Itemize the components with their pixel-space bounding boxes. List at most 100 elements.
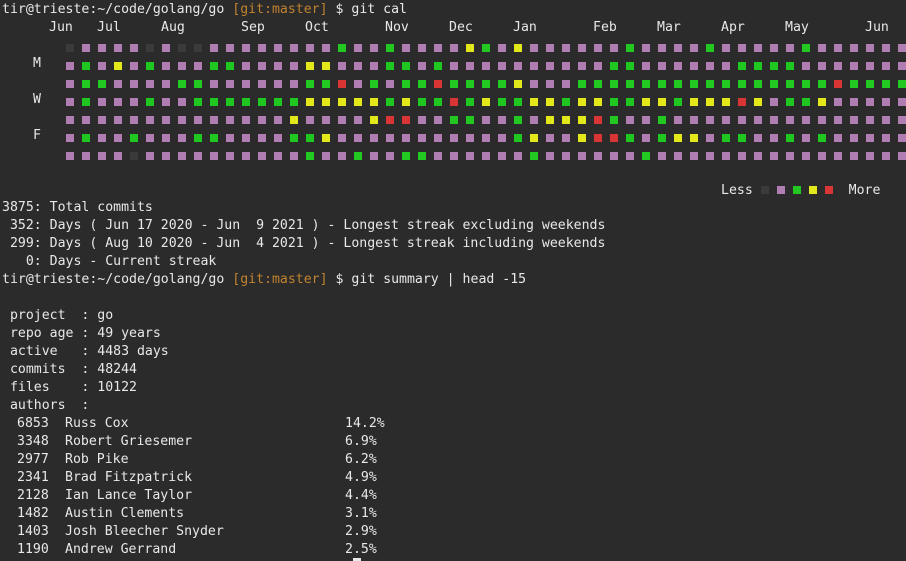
calendar-day-cell [754, 152, 762, 160]
calendar-day-cell [530, 80, 538, 88]
calendar-day-cell [210, 134, 218, 142]
author-commit-count: 1190 [17, 542, 49, 557]
calendar-day-cell [274, 98, 282, 106]
calendar-day-cell [178, 98, 186, 106]
calendar-day-cell [898, 80, 906, 88]
calendar-day-cell [674, 62, 682, 70]
calendar-day-cell [226, 98, 234, 106]
calendar-day-cell [578, 152, 586, 160]
calendar-day-cell [546, 134, 554, 142]
calendar-day-cell [418, 62, 426, 70]
calendar-day-cell [882, 44, 890, 52]
calendar-day-cell [66, 152, 74, 160]
author-percent: 4.9% [345, 470, 377, 485]
author-commit-count: 2341 [17, 470, 49, 485]
calendar-day-cell [594, 44, 602, 52]
prompt-branch: [git:master] [232, 2, 328, 17]
calendar-day-cell [770, 80, 778, 88]
calendar-day-cell [82, 98, 90, 106]
calendar-day-cell [274, 44, 282, 52]
calendar-day-cell [226, 80, 234, 88]
calendar-day-cell [690, 134, 698, 142]
calendar-day-cell [114, 80, 122, 88]
legend-swatches [760, 183, 841, 198]
calendar-day-cell [466, 62, 474, 70]
calendar-day-cell [690, 80, 698, 88]
calendar-day-cell [722, 134, 730, 142]
calendar-day-cell [434, 98, 442, 106]
summary-files: files : 10122 [2, 380, 137, 395]
calendar-day-cell [834, 134, 842, 142]
calendar-day-cell [98, 98, 106, 106]
calendar-day-cell [610, 98, 618, 106]
calendar-day-cell [514, 152, 522, 160]
calendar-day-cell [482, 134, 490, 142]
calendar-day-cell [354, 98, 362, 106]
calendar-day-cell [466, 80, 474, 88]
calendar-day-cell [418, 116, 426, 124]
author-name: Austin Clements [65, 506, 185, 521]
calendar-day-cell [690, 44, 698, 52]
calendar-day-cell [402, 98, 410, 106]
calendar-day-cell [850, 44, 858, 52]
calendar-day-cell [434, 62, 442, 70]
calendar-day-cell [146, 80, 154, 88]
calendar-day-cell [322, 62, 330, 70]
calendar-day-cell [162, 80, 170, 88]
calendar-day-cell [834, 62, 842, 70]
calendar-day-cell [834, 152, 842, 160]
calendar-day-cell [290, 152, 298, 160]
author-percent: 4.4% [345, 488, 377, 503]
calendar-day-cell [722, 152, 730, 160]
author-commit-count: 6853 [17, 416, 49, 431]
calendar-day-cell [66, 134, 74, 142]
month-label: Aug [161, 20, 185, 35]
calendar-day-cell [658, 152, 666, 160]
author-commit-count: 1482 [17, 506, 49, 521]
calendar-day-cell [594, 98, 602, 106]
calendar-day-cell [722, 116, 730, 124]
calendar-day-cell [258, 116, 266, 124]
calendar-day-cell [866, 62, 874, 70]
calendar-day-cell [434, 134, 442, 142]
calendar-day-cell [802, 152, 810, 160]
author-commit-count: 2977 [17, 452, 49, 467]
calendar-day-cell [834, 80, 842, 88]
calendar-day-cell [370, 116, 378, 124]
calendar-day-cell [626, 44, 634, 52]
calendar-day-cell [226, 116, 234, 124]
calendar-day-cell [338, 80, 346, 88]
calendar-day-cell [530, 116, 538, 124]
calendar-day-cell [866, 134, 874, 142]
legend-more-label: More [848, 183, 881, 198]
calendar-day-cell [114, 98, 122, 106]
calendar-day-cell [530, 134, 538, 142]
calendar-day-cell [706, 44, 714, 52]
calendar-day-cell [594, 152, 602, 160]
calendar-day-cell [898, 98, 906, 106]
calendar-day-cell [66, 98, 74, 106]
calendar-day-cell [546, 116, 554, 124]
calendar-day-cell [386, 98, 394, 106]
calendar-day-cell [754, 80, 762, 88]
calendar-day-cell [578, 44, 586, 52]
calendar-day-cell [418, 80, 426, 88]
calendar-day-cell [66, 116, 74, 124]
calendar-day-cell [210, 98, 218, 106]
calendar-day-cell [226, 44, 234, 52]
calendar-day-cell [162, 44, 170, 52]
author-name: Josh Bleecher Snyder [65, 524, 224, 539]
calendar-day-cell [770, 44, 778, 52]
calendar-day-cell [658, 98, 666, 106]
calendar-day-cell [402, 44, 410, 52]
calendar-day-cell [114, 134, 122, 142]
calendar-day-cell [274, 80, 282, 88]
calendar-day-cell [130, 44, 138, 52]
calendar-day-cell [642, 98, 650, 106]
calendar-day-cell [194, 116, 202, 124]
calendar-day-cell [754, 62, 762, 70]
calendar-day-cell [434, 152, 442, 160]
calendar-day-cell [450, 62, 458, 70]
calendar-day-cell [466, 44, 474, 52]
calendar-day-cell [130, 80, 138, 88]
